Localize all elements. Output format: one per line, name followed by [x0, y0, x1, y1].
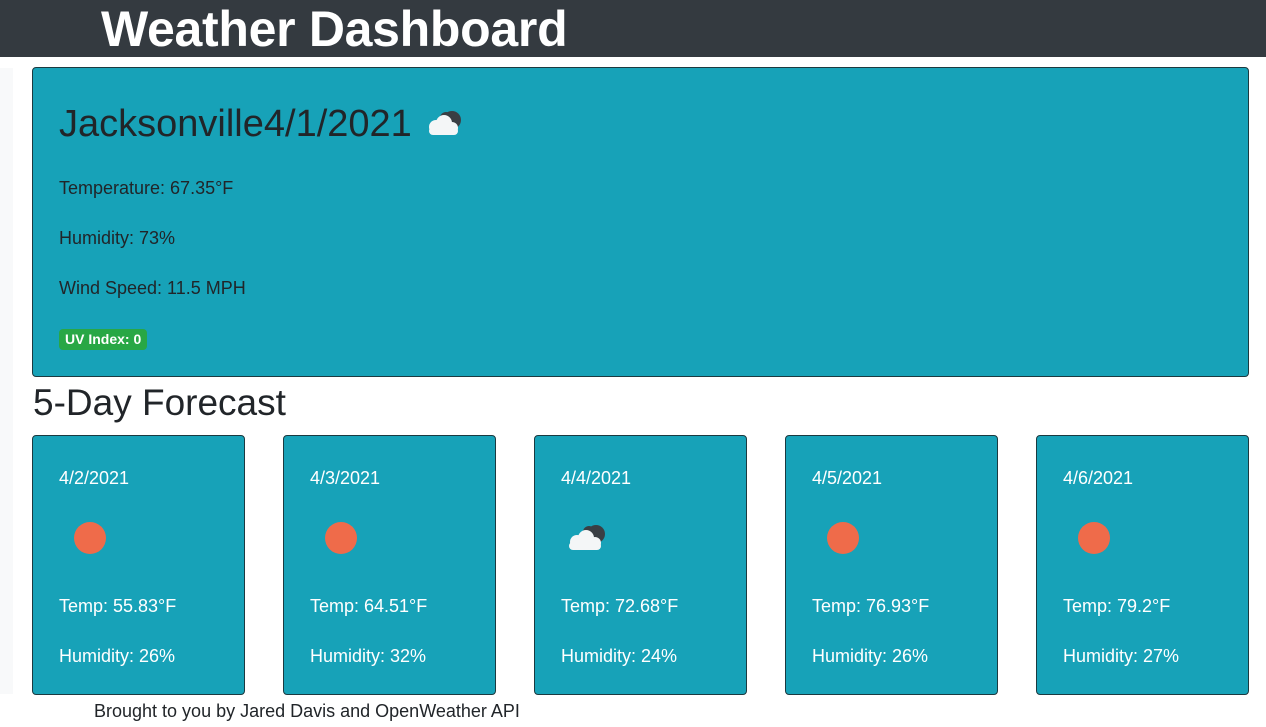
forecast-temperature: Temp: 64.51°F [310, 596, 428, 616]
forecast-humidity: Humidity: 26% [812, 646, 929, 666]
forecast-date: 4/2/2021 [59, 468, 130, 488]
forecast-heading: 5-Day Forecast [33, 382, 286, 423]
forecast-temperature: Temp: 76.93°F [812, 596, 930, 616]
forecast-card: 4/5/2021 Temp: 76.93°F Humidity: 26% [785, 435, 998, 695]
footer-credit: Brought to you by Jared Davis and OpenWe… [94, 701, 520, 721]
forecast-date: 4/3/2021 [310, 468, 381, 488]
forecast-temperature: Temp: 79.2°F [1063, 596, 1171, 616]
forecast-card: 4/4/2021 Temp: 72.68°F Humidity: 24% [534, 435, 747, 695]
cloud-icon [422, 104, 466, 150]
forecast-humidity: Humidity: 24% [561, 646, 678, 666]
sidebar-panel [0, 68, 13, 694]
current-city-heading: Jacksonville 4/1/2021 [59, 98, 466, 150]
forecast-card: 4/2/2021 Temp: 55.83°F Humidity: 26% [32, 435, 245, 695]
forecast-date: 4/6/2021 [1063, 468, 1134, 488]
uv-index-badge: UV Index: 0 [59, 329, 148, 350]
forecast-temperature: Temp: 55.83°F [59, 596, 177, 616]
forecast-temperature: Temp: 72.68°F [561, 596, 679, 616]
sun-icon [67, 520, 117, 556]
forecast-date: 4/5/2021 [812, 468, 883, 488]
forecast-humidity: Humidity: 26% [59, 646, 176, 666]
current-city-name: Jacksonville [59, 103, 264, 145]
current-weather-card: Jacksonville 4/1/2021 Temperature: 67.35°… [32, 67, 1249, 377]
sun-icon [318, 520, 368, 556]
app-header: Weather Dashboard [0, 0, 1266, 57]
current-date: 4/1/2021 [263, 103, 412, 145]
current-wind-speed: Wind Speed: 11.5 MPH [59, 278, 246, 298]
sun-icon [1071, 520, 1121, 556]
current-temperature: Temperature: 67.35°F [59, 178, 234, 198]
forecast-humidity: Humidity: 27% [1063, 646, 1180, 666]
cloud-icon [561, 520, 611, 556]
forecast-card: 4/3/2021 Temp: 64.51°F Humidity: 32% [283, 435, 496, 695]
forecast-date: 4/4/2021 [561, 468, 632, 488]
page-title: Weather Dashboard [101, 1, 568, 57]
forecast-humidity: Humidity: 32% [310, 646, 427, 666]
sun-icon [820, 520, 870, 556]
forecast-card: 4/6/2021 Temp: 79.2°F Humidity: 27% [1036, 435, 1249, 695]
current-humidity: Humidity: 73% [59, 228, 176, 248]
